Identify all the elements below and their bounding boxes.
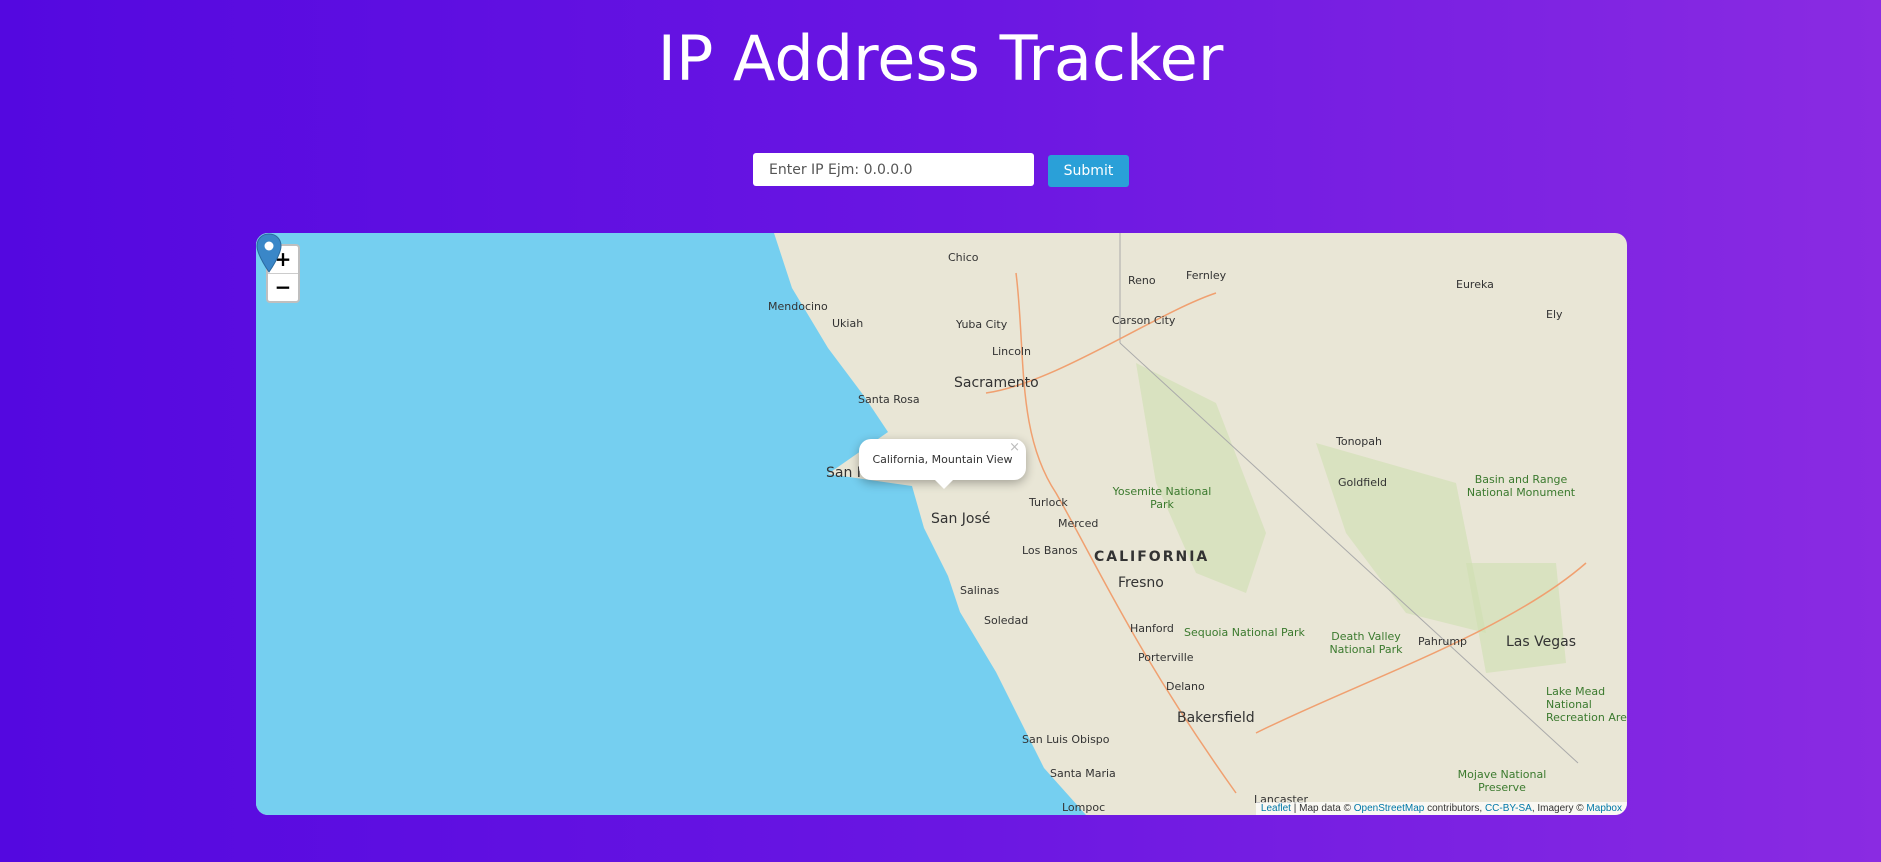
- park-label: Lake Mead National Recreation Area: [1546, 685, 1627, 724]
- city-label: Reno: [1128, 274, 1156, 287]
- city-label: Ely: [1546, 308, 1563, 321]
- city-label: Turlock: [1029, 496, 1068, 509]
- city-label: Hanford: [1130, 622, 1174, 635]
- mapbox-link[interactable]: Mapbox: [1586, 803, 1622, 814]
- city-label: Ukiah: [832, 317, 864, 330]
- city-label: Porterville: [1138, 651, 1194, 664]
- city-label: San Luis Obispo: [1022, 733, 1110, 746]
- park-green: [1316, 443, 1486, 633]
- ip-input[interactable]: [753, 153, 1034, 186]
- city-label: Carson City: [1112, 314, 1176, 327]
- park-green: [1466, 563, 1566, 673]
- location-popup: California, Mountain View ×: [859, 439, 1026, 489]
- city-label: Merced: [1058, 517, 1099, 530]
- license-link[interactable]: CC-BY-SA: [1485, 803, 1532, 814]
- park-label: Basin and Range National Monument: [1466, 473, 1576, 499]
- city-label: Soledad: [984, 614, 1029, 627]
- park-label: Sequoia National Park: [1184, 626, 1305, 639]
- map-attribution: Leaflet | Map data © OpenStreetMap contr…: [1255, 802, 1627, 815]
- park-label: Mojave National Preserve: [1457, 768, 1547, 794]
- city-label: Yuba City: [956, 318, 1008, 331]
- attribution-text: | Map data ©: [1290, 803, 1354, 814]
- submit-button[interactable]: Submit: [1048, 155, 1129, 187]
- park-label: Yosemite National Park: [1112, 485, 1212, 511]
- city-label: Chico: [948, 251, 979, 264]
- zoom-out-button[interactable]: −: [268, 274, 298, 301]
- map[interactable]: Chico Reno Fernley Eureka Ely Mendocino …: [256, 233, 1627, 815]
- city-label: Lompoc: [1062, 801, 1106, 814]
- park-label: Death Valley National Park: [1329, 630, 1403, 656]
- osm-link[interactable]: OpenStreetMap: [1354, 803, 1425, 814]
- city-label: Lincoln: [992, 345, 1031, 358]
- city-label: Eureka: [1456, 278, 1494, 291]
- city-label: Salinas: [960, 584, 1000, 597]
- state-label: CALIFORNIA: [1094, 549, 1210, 565]
- city-label: Bakersfield: [1177, 710, 1255, 726]
- city-label: Fernley: [1186, 269, 1227, 282]
- page-title: IP Address Tracker: [657, 22, 1224, 95]
- city-label: Delano: [1166, 680, 1205, 693]
- city-label: Mendocino: [768, 300, 828, 313]
- popup-close-button[interactable]: ×: [1009, 440, 1020, 455]
- city-label: San José: [931, 511, 991, 527]
- popup-text: California, Mountain View: [872, 453, 1013, 466]
- city-label: Las Vegas: [1506, 634, 1576, 650]
- city-label: Pahrump: [1418, 635, 1468, 648]
- city-label: Santa Maria: [1050, 767, 1116, 780]
- city-label: Fresno: [1118, 575, 1164, 591]
- map-marker-icon[interactable]: [256, 233, 282, 273]
- city-label: Sacramento: [954, 375, 1039, 391]
- city-label: Goldfield: [1338, 476, 1388, 489]
- city-label: Santa Rosa: [858, 393, 920, 406]
- leaflet-link[interactable]: Leaflet: [1261, 803, 1291, 814]
- city-label: Tonopah: [1336, 435, 1382, 448]
- attribution-text: , Imagery ©: [1531, 803, 1587, 814]
- attribution-text: contributors,: [1424, 803, 1485, 814]
- city-label: Los Banos: [1022, 544, 1078, 557]
